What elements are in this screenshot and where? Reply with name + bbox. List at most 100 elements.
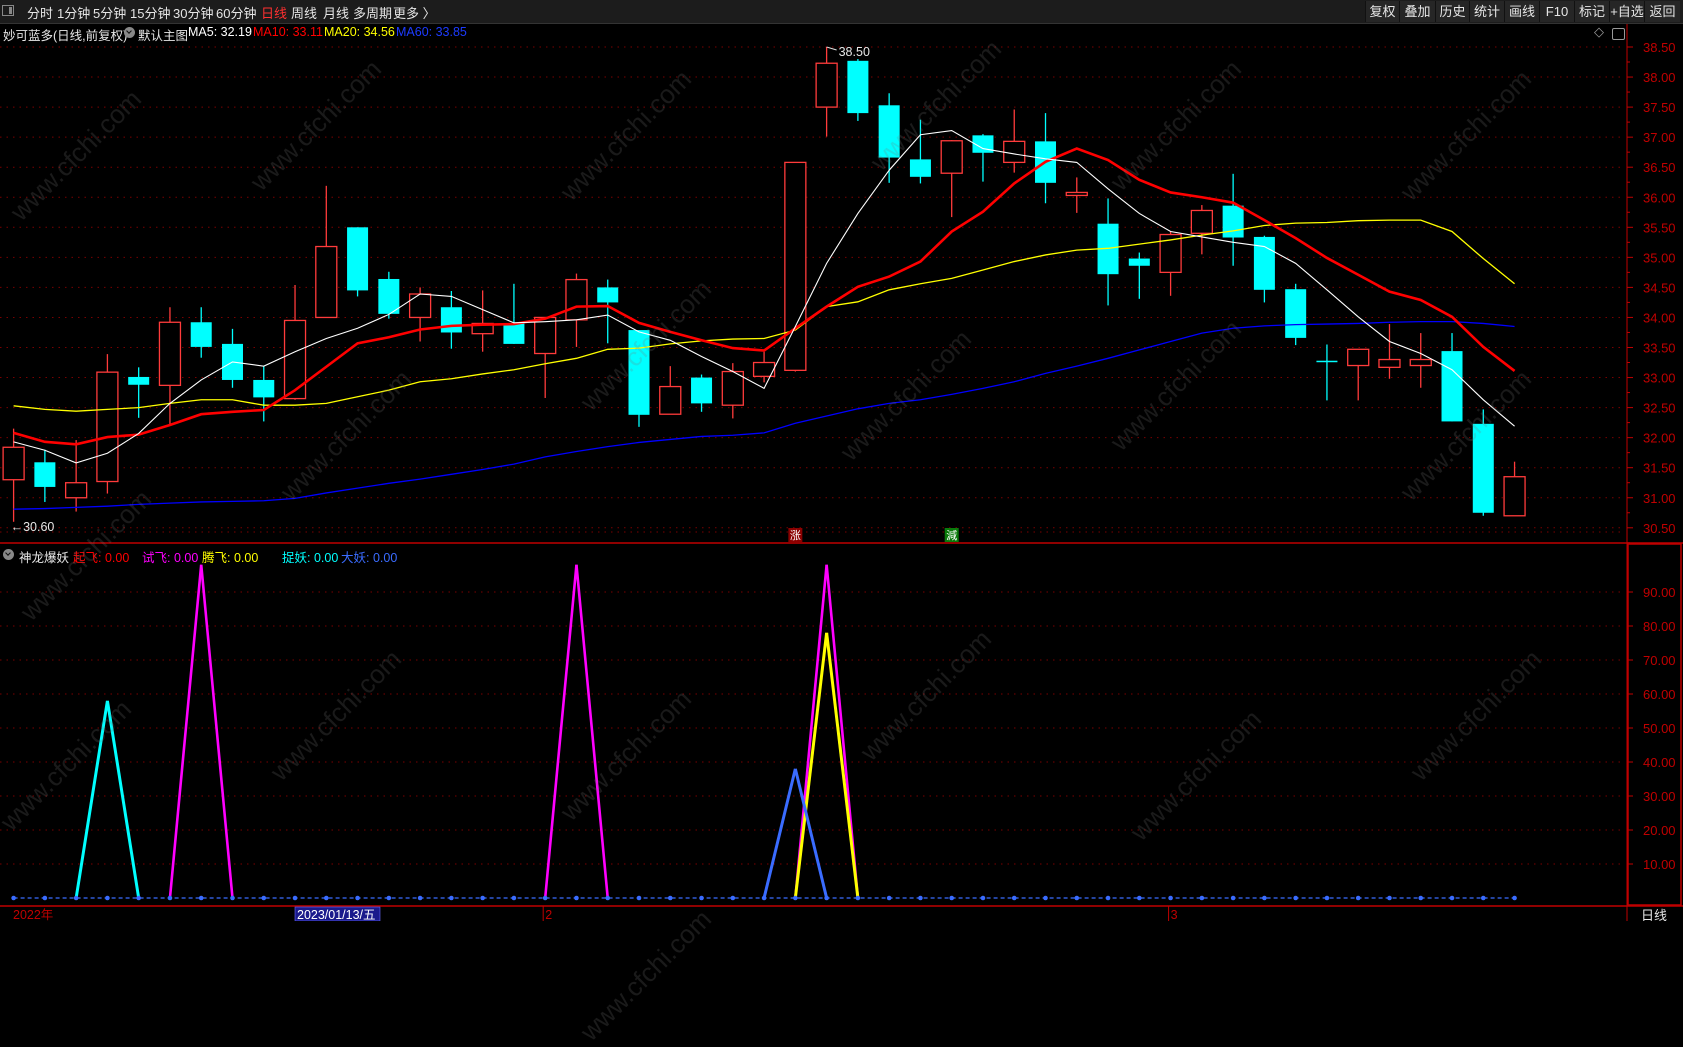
candle-2: [64, 440, 88, 512]
indicator-segment-2: [793, 632, 829, 899]
candle-15: [471, 290, 494, 352]
diamond-icon[interactable]: ◇: [1594, 24, 1604, 40]
dayao-marker: [417, 895, 423, 901]
dayao-marker: [949, 895, 954, 901]
candle-9: [283, 284, 307, 400]
candle-32: [1003, 109, 1026, 173]
candle-body: [1441, 351, 1463, 422]
candle-body: [1503, 476, 1526, 517]
candle-body: [1378, 358, 1401, 368]
indicator-name[interactable]: 神龙爆妖: [19, 547, 69, 566]
candle-body: [190, 322, 212, 347]
candle-body: [534, 316, 557, 355]
candle-body: [283, 319, 307, 400]
price-tick-label: 33.50: [1643, 341, 1676, 356]
time-axis-label: 2022年: [13, 908, 53, 921]
price-tick-label: 34.50: [1643, 280, 1676, 295]
dayao-marker: [105, 895, 110, 901]
indicator-segment-1: [543, 564, 578, 899]
candle-body: [909, 159, 931, 177]
indicator-tick-label: 90.00: [1643, 585, 1676, 600]
candle-30: [940, 140, 963, 218]
price-tick-label: 36.00: [1643, 190, 1676, 205]
stock-title: 妙可蓝多(日线,前复权): [3, 29, 128, 43]
candle-body: [1065, 191, 1088, 197]
dayao-marker: [1418, 895, 1424, 901]
time-axis-label: 2: [545, 908, 552, 921]
candle-body: [847, 60, 869, 114]
price-tick-label: 31.50: [1643, 461, 1676, 476]
indicator-tick-label: 50.00: [1643, 721, 1676, 736]
candle-13: [408, 287, 432, 342]
candle-20: [628, 330, 650, 427]
dayao-marker: [1355, 895, 1361, 901]
signal-label: 涨: [790, 529, 801, 542]
candle-48: [1503, 461, 1526, 517]
candle-8: [253, 365, 275, 422]
dayao-marker: [855, 895, 861, 901]
candle-12: [378, 271, 400, 319]
dayao-marker: [1011, 895, 1017, 901]
tengfei-value: 腾飞: 0.00: [202, 551, 259, 565]
candle-body: [408, 293, 432, 319]
candle-body: [1253, 236, 1275, 290]
candle-body: [1409, 358, 1432, 367]
dayao-marker: [1043, 895, 1048, 901]
candle-body: [378, 278, 400, 314]
indicator-tick-label: 60.00: [1643, 687, 1676, 702]
indicator-segment-1: [199, 564, 234, 899]
dayao-marker: [292, 895, 298, 901]
indicator-segment-4: [762, 768, 797, 899]
template-name[interactable]: 默认主图: [138, 25, 188, 44]
kline-chart[interactable]: 38.50 38.00 37.50 37.00 36.50 36.00 35.50 35.00…: [0, 0, 1683, 921]
dayao-marker: [1230, 895, 1236, 901]
candle-6: [190, 307, 212, 358]
candle-41: [1285, 283, 1307, 346]
candle-body: [1285, 289, 1307, 338]
candle-35: [1097, 198, 1119, 306]
candle-body: [2, 446, 25, 481]
candle-36: [1128, 252, 1150, 299]
price-tick-label: 30.50: [1643, 521, 1676, 536]
dayao-marker: [11, 895, 16, 901]
candle-body: [1190, 209, 1214, 234]
candle-17: [534, 316, 557, 398]
candle-body: [347, 227, 369, 291]
candle-body: [158, 321, 182, 387]
candle-24: [752, 351, 776, 383]
dayao-marker: [1293, 895, 1298, 901]
indicator-dropdown-icon[interactable]: [3, 549, 14, 560]
panel-toggle-icon[interactable]: [1612, 28, 1625, 40]
candle-body: [940, 140, 963, 174]
dayao-marker: [918, 895, 923, 901]
template-dropdown-icon[interactable]: [124, 27, 135, 38]
candle-44: [1378, 324, 1401, 379]
candle-34: [1065, 177, 1088, 213]
candle-body: [721, 370, 744, 406]
candle-22: [691, 374, 713, 412]
price-tick-label: 38.50: [1643, 40, 1676, 55]
candle-body: [503, 323, 525, 344]
dayao-marker: [1105, 895, 1111, 901]
indicator-segment-2: [825, 632, 860, 899]
candle-38: [1190, 205, 1214, 255]
qifei-value: 起飞: 0.00: [73, 551, 130, 565]
candle-7: [221, 328, 243, 388]
period-label: 日线: [1641, 908, 1668, 923]
high-price-label: 38.50: [839, 45, 870, 59]
candle-47: [1472, 409, 1494, 516]
shifei-value: 试飞: 0.00: [142, 551, 199, 565]
ma5-value: MA5: 32.19: [188, 25, 252, 39]
high-pointer-icon: [826, 46, 837, 51]
candle-body: [628, 330, 650, 415]
dayao-marker: [1324, 895, 1330, 901]
dayao-marker: [1449, 895, 1455, 901]
indicator-tick-label: 30.00: [1643, 789, 1676, 804]
ma10-value: MA10: 33.11: [253, 25, 323, 39]
price-tick-label: 31.00: [1643, 491, 1676, 506]
candle-39: [1222, 173, 1244, 266]
candle-3: [96, 354, 119, 494]
price-tick-label: 34.00: [1643, 310, 1676, 325]
dayao-marker: [1387, 895, 1392, 901]
indicator-tick-label: 20.00: [1643, 823, 1676, 838]
